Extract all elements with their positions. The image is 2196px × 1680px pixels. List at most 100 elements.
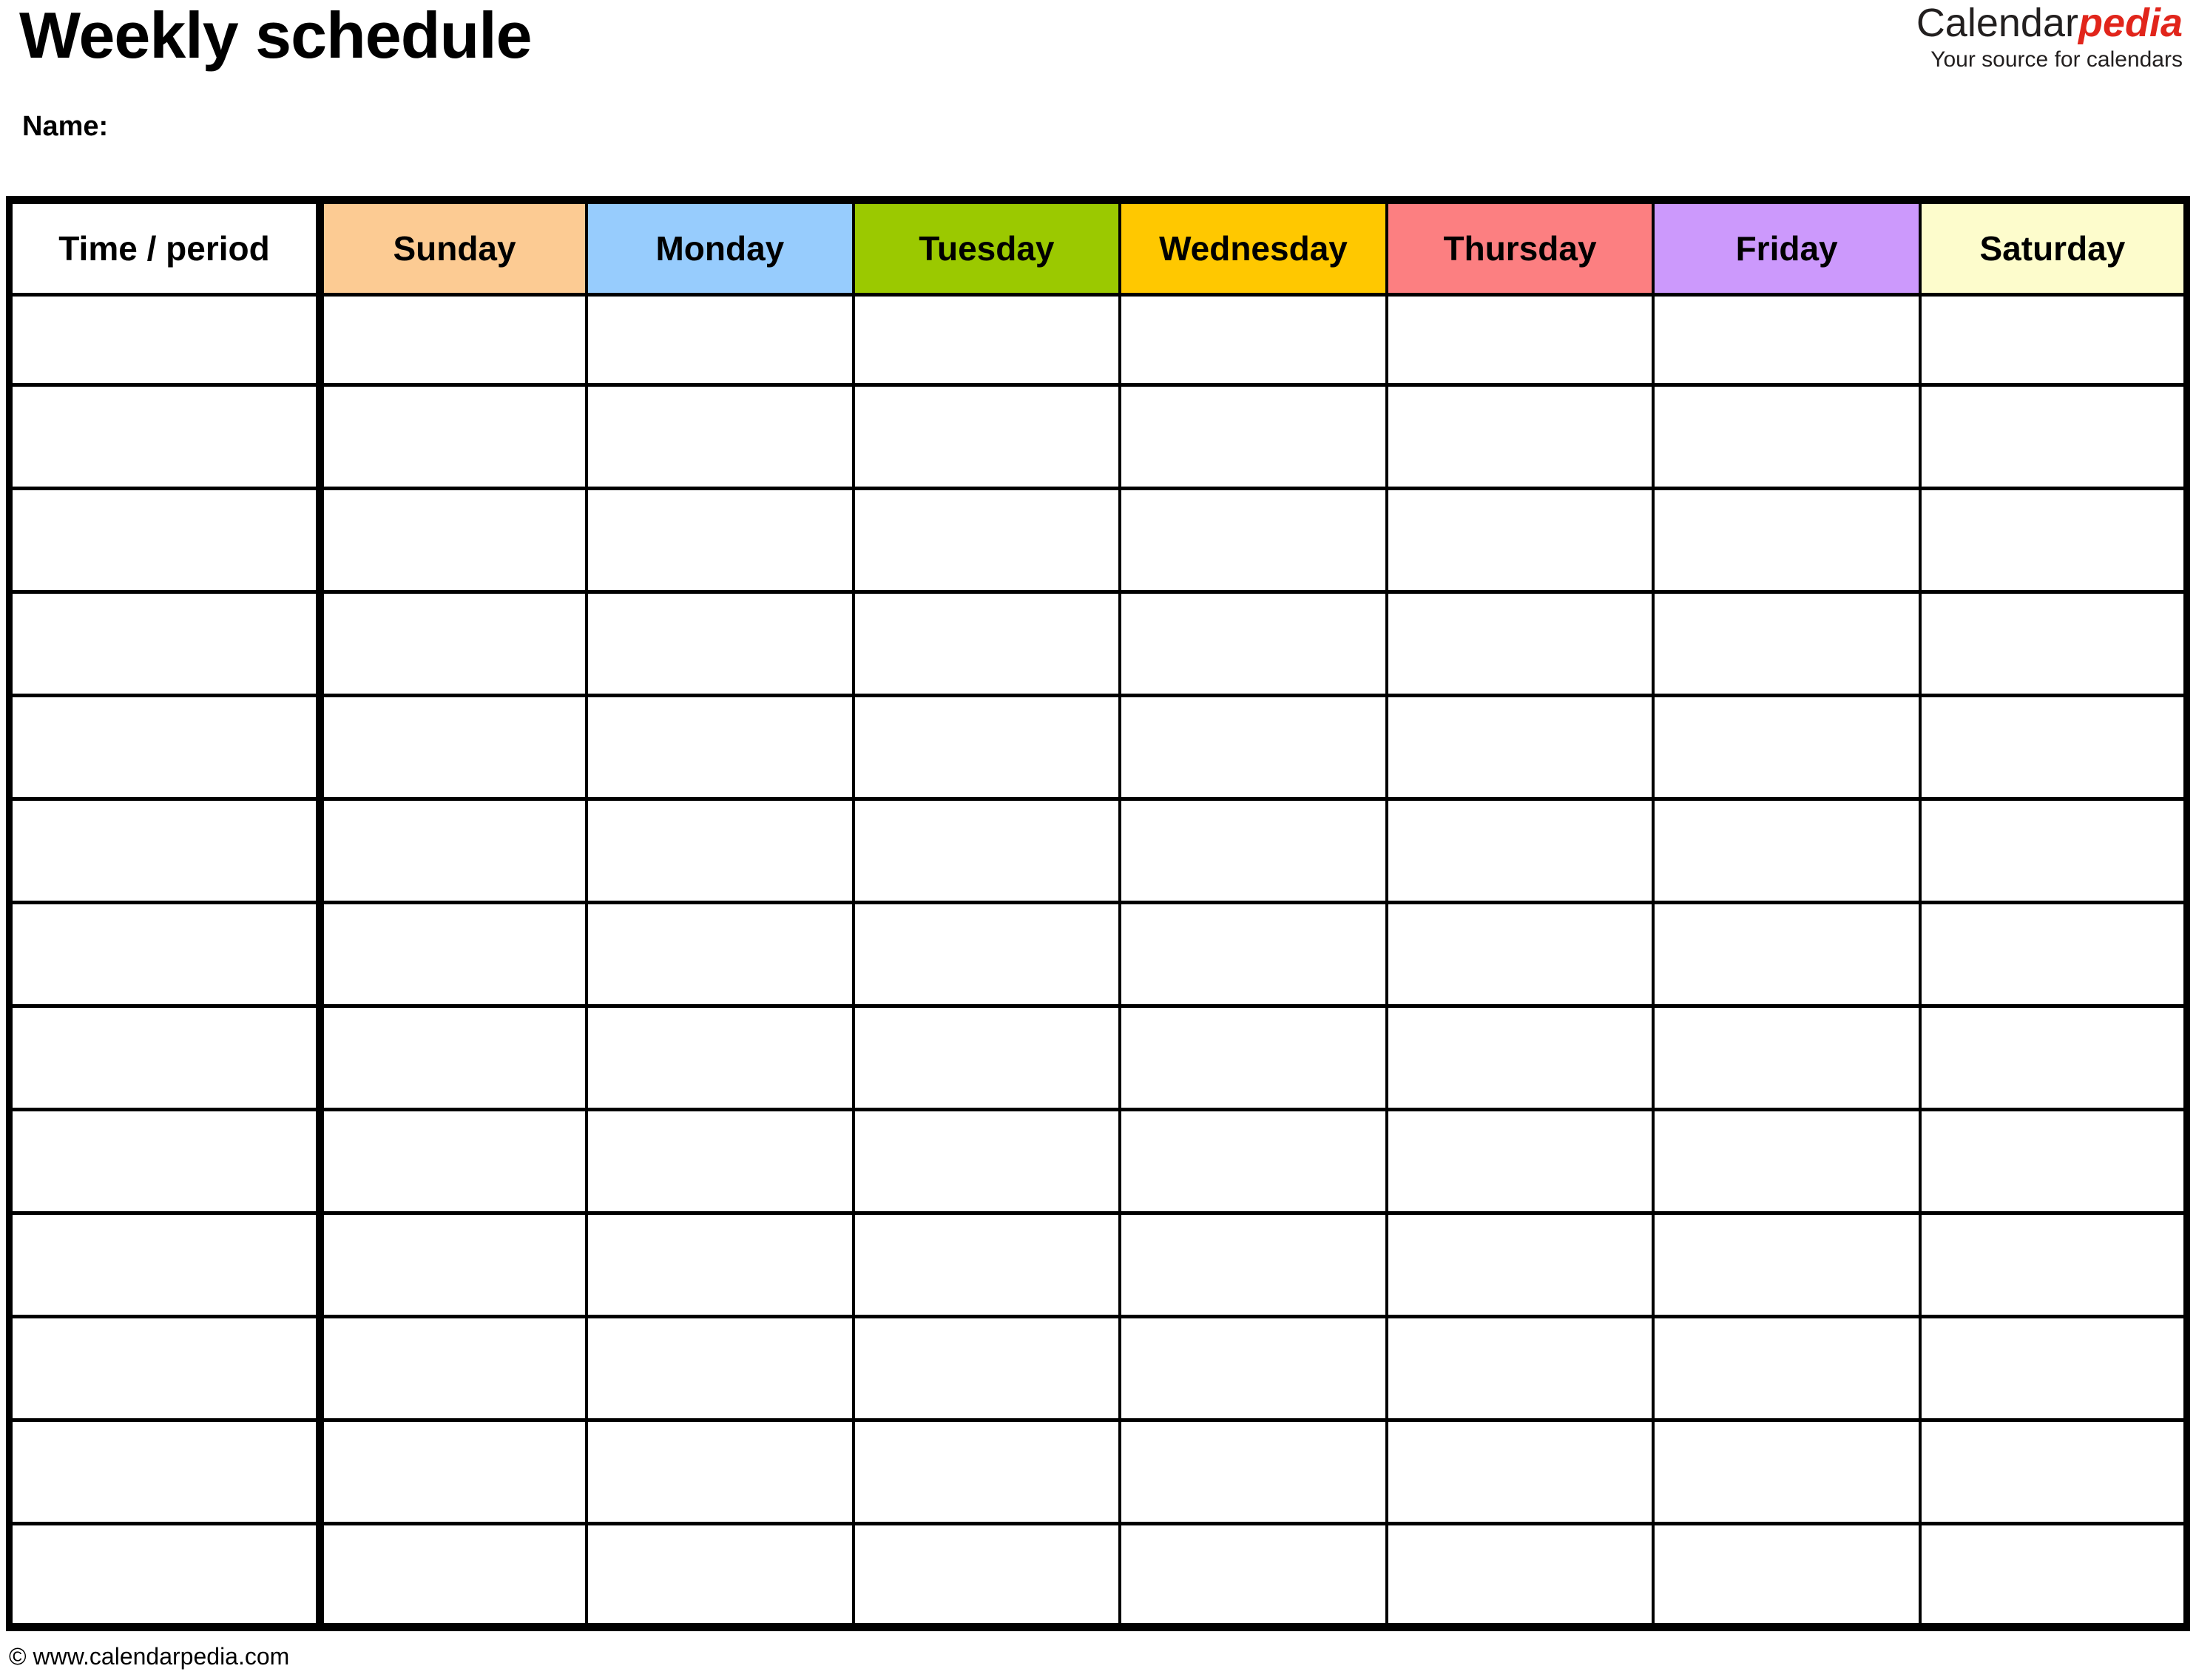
cell-tuesday-4[interactable]	[851, 590, 1122, 697]
cell-monday-7[interactable]	[585, 901, 855, 1008]
cell-saturday-3[interactable]	[1918, 487, 2190, 594]
cell-monday-9[interactable]	[585, 1108, 855, 1215]
cell-tuesday-3[interactable]	[851, 487, 1122, 594]
cell-wednesday-4[interactable]	[1118, 590, 1388, 697]
cell-friday-10[interactable]	[1652, 1211, 1922, 1318]
cell-sunday-8[interactable]	[318, 1004, 589, 1111]
cell-monday-10[interactable]	[585, 1211, 855, 1318]
cell-saturday-1[interactable]	[1918, 293, 2190, 387]
cell-time-8[interactable]	[6, 1004, 324, 1111]
cell-wednesday-6[interactable]	[1118, 797, 1388, 904]
cell-tuesday-5[interactable]	[851, 694, 1122, 801]
cell-saturday-11[interactable]	[1918, 1315, 2190, 1422]
cell-wednesday-8[interactable]	[1118, 1004, 1388, 1111]
cell-time-10[interactable]	[6, 1211, 324, 1318]
cell-time-5[interactable]	[6, 694, 324, 801]
cell-time-1[interactable]	[6, 293, 324, 387]
cell-sunday-4[interactable]	[318, 590, 589, 697]
cell-wednesday-9[interactable]	[1118, 1108, 1388, 1215]
cell-thursday-12[interactable]	[1385, 1418, 1655, 1525]
cell-saturday-7[interactable]	[1918, 901, 2190, 1008]
cell-thursday-13[interactable]	[1385, 1522, 1655, 1631]
cell-thursday-1[interactable]	[1385, 293, 1655, 387]
cell-tuesday-8[interactable]	[851, 1004, 1122, 1111]
cell-thursday-10[interactable]	[1385, 1211, 1655, 1318]
cell-wednesday-10[interactable]	[1118, 1211, 1388, 1318]
cell-tuesday-12[interactable]	[851, 1418, 1122, 1525]
cell-thursday-4[interactable]	[1385, 590, 1655, 697]
cell-sunday-9[interactable]	[318, 1108, 589, 1215]
cell-sunday-6[interactable]	[318, 797, 589, 904]
cell-wednesday-1[interactable]	[1118, 293, 1388, 387]
cell-monday-5[interactable]	[585, 694, 855, 801]
cell-thursday-5[interactable]	[1385, 694, 1655, 801]
cell-time-9[interactable]	[6, 1108, 324, 1215]
cell-friday-6[interactable]	[1652, 797, 1922, 904]
cell-thursday-3[interactable]	[1385, 487, 1655, 594]
cell-saturday-8[interactable]	[1918, 1004, 2190, 1111]
cell-monday-6[interactable]	[585, 797, 855, 904]
cell-thursday-9[interactable]	[1385, 1108, 1655, 1215]
cell-saturday-5[interactable]	[1918, 694, 2190, 801]
cell-friday-1[interactable]	[1652, 293, 1922, 387]
cell-sunday-3[interactable]	[318, 487, 589, 594]
cell-thursday-6[interactable]	[1385, 797, 1655, 904]
cell-saturday-9[interactable]	[1918, 1108, 2190, 1215]
cell-tuesday-1[interactable]	[851, 293, 1122, 387]
cell-thursday-11[interactable]	[1385, 1315, 1655, 1422]
cell-time-4[interactable]	[6, 590, 324, 697]
cell-tuesday-6[interactable]	[851, 797, 1122, 904]
cell-sunday-12[interactable]	[318, 1418, 589, 1525]
cell-tuesday-11[interactable]	[851, 1315, 1122, 1422]
cell-tuesday-10[interactable]	[851, 1211, 1122, 1318]
cell-monday-1[interactable]	[585, 293, 855, 387]
cell-time-11[interactable]	[6, 1315, 324, 1422]
cell-friday-2[interactable]	[1652, 383, 1922, 490]
cell-monday-8[interactable]	[585, 1004, 855, 1111]
cell-friday-12[interactable]	[1652, 1418, 1922, 1525]
cell-monday-12[interactable]	[585, 1418, 855, 1525]
cell-monday-13[interactable]	[585, 1522, 855, 1631]
cell-sunday-11[interactable]	[318, 1315, 589, 1422]
cell-wednesday-11[interactable]	[1118, 1315, 1388, 1422]
cell-sunday-13[interactable]	[318, 1522, 589, 1631]
cell-friday-13[interactable]	[1652, 1522, 1922, 1631]
cell-friday-7[interactable]	[1652, 901, 1922, 1008]
cell-sunday-1[interactable]	[318, 293, 589, 387]
cell-wednesday-2[interactable]	[1118, 383, 1388, 490]
cell-saturday-13[interactable]	[1918, 1522, 2190, 1631]
cell-tuesday-9[interactable]	[851, 1108, 1122, 1215]
cell-time-12[interactable]	[6, 1418, 324, 1525]
cell-saturday-6[interactable]	[1918, 797, 2190, 904]
cell-friday-4[interactable]	[1652, 590, 1922, 697]
cell-wednesday-5[interactable]	[1118, 694, 1388, 801]
cell-time-13[interactable]	[6, 1522, 324, 1631]
cell-saturday-12[interactable]	[1918, 1418, 2190, 1525]
cell-monday-4[interactable]	[585, 590, 855, 697]
cell-tuesday-13[interactable]	[851, 1522, 1122, 1631]
cell-friday-8[interactable]	[1652, 1004, 1922, 1111]
cell-tuesday-7[interactable]	[851, 901, 1122, 1008]
cell-wednesday-3[interactable]	[1118, 487, 1388, 594]
cell-saturday-2[interactable]	[1918, 383, 2190, 490]
cell-sunday-7[interactable]	[318, 901, 589, 1008]
cell-sunday-5[interactable]	[318, 694, 589, 801]
cell-monday-11[interactable]	[585, 1315, 855, 1422]
cell-saturday-4[interactable]	[1918, 590, 2190, 697]
cell-monday-2[interactable]	[585, 383, 855, 490]
cell-time-7[interactable]	[6, 901, 324, 1008]
cell-time-6[interactable]	[6, 797, 324, 904]
cell-tuesday-2[interactable]	[851, 383, 1122, 490]
cell-monday-3[interactable]	[585, 487, 855, 594]
cell-time-2[interactable]	[6, 383, 324, 490]
cell-friday-11[interactable]	[1652, 1315, 1922, 1422]
cell-wednesday-7[interactable]	[1118, 901, 1388, 1008]
cell-saturday-10[interactable]	[1918, 1211, 2190, 1318]
cell-wednesday-12[interactable]	[1118, 1418, 1388, 1525]
cell-wednesday-13[interactable]	[1118, 1522, 1388, 1631]
cell-sunday-10[interactable]	[318, 1211, 589, 1318]
cell-friday-9[interactable]	[1652, 1108, 1922, 1215]
cell-friday-5[interactable]	[1652, 694, 1922, 801]
cell-time-3[interactable]	[6, 487, 324, 594]
cell-sunday-2[interactable]	[318, 383, 589, 490]
